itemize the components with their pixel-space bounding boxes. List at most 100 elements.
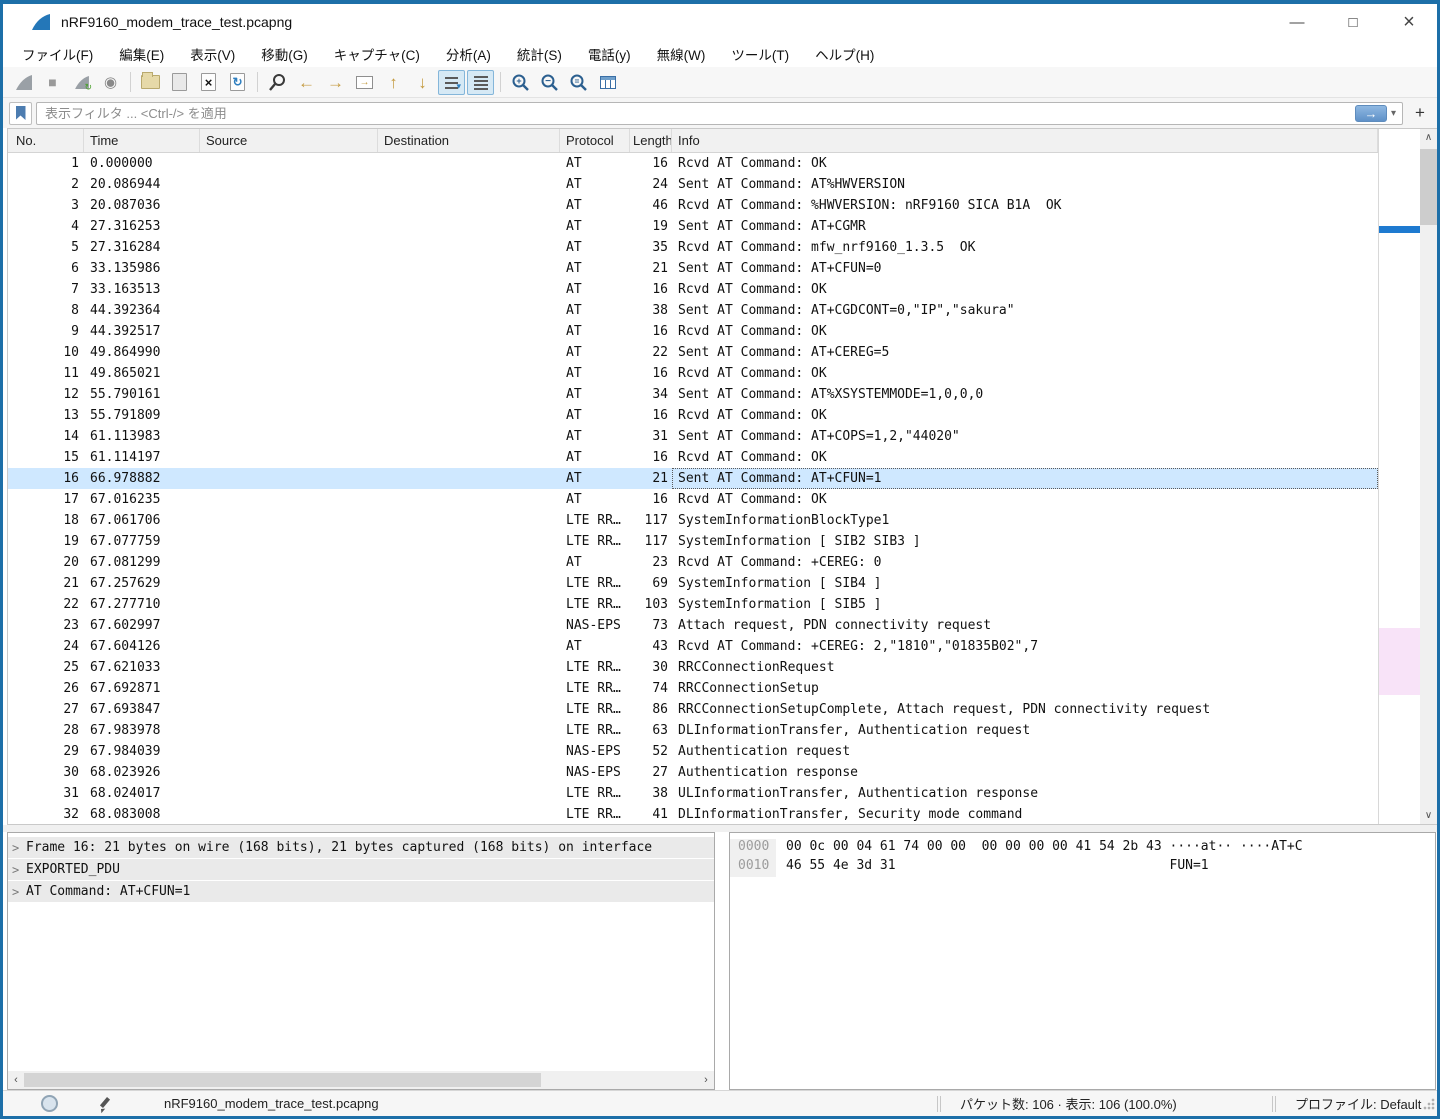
packet-row[interactable]: 844.392364AT38Sent AT Command: AT+CGDCON… (8, 300, 1378, 321)
filter-history-caret-icon[interactable]: ▾ (1389, 108, 1402, 119)
detail-row[interactable]: >Frame 16: 21 bytes on wire (168 bits), … (8, 837, 714, 858)
packet-row[interactable]: 3168.024017LTE RR…38ULInformationTransfe… (8, 783, 1378, 804)
open-file-icon[interactable] (137, 70, 164, 95)
detail-row[interactable]: >EXPORTED_PDU (8, 859, 714, 880)
vscrollbar-thumb[interactable] (1420, 149, 1437, 225)
packet-row[interactable]: 1355.791809AT16Rcvd AT Command: OK (8, 405, 1378, 426)
expand-arrow-icon[interactable]: > (12, 885, 26, 899)
close-file-icon[interactable]: × (195, 70, 222, 95)
column-header-source[interactable]: Source (200, 129, 378, 152)
zoom-out-icon[interactable]: − (536, 70, 563, 95)
zoom-in-icon[interactable]: + (507, 70, 534, 95)
stop-capture-icon[interactable] (39, 70, 66, 95)
add-filter-button[interactable]: + (1409, 102, 1431, 125)
column-header-no[interactable]: No. (8, 129, 84, 152)
packet-row[interactable]: 1049.864990AT22Sent AT Command: AT+CEREG… (8, 342, 1378, 363)
go-forward-icon[interactable]: → (322, 70, 349, 95)
menu-item[interactable]: ヘルプ(H) (802, 41, 887, 67)
start-capture-icon[interactable] (10, 70, 37, 95)
intelligent-scrollbar-minimap[interactable] (1378, 129, 1420, 824)
column-header-info[interactable]: Info (672, 129, 1378, 152)
scroll-left-icon[interactable]: ‹ (8, 1074, 24, 1086)
packet-row[interactable]: 3268.083008LTE RR…41DLInformationTransfe… (8, 804, 1378, 824)
scroll-right-icon[interactable]: › (698, 1074, 714, 1086)
column-header-destination[interactable]: Destination (378, 129, 560, 152)
detail-row[interactable]: >AT Command: AT+CFUN=1 (8, 881, 714, 902)
column-header-time[interactable]: Time (84, 129, 200, 152)
packet-row[interactable]: 633.135986AT21Sent AT Command: AT+CFUN=0 (8, 258, 1378, 279)
packet-row[interactable]: 527.316284AT35Rcvd AT Command: mfw_nrf91… (8, 237, 1378, 258)
packet-row[interactable]: 2067.081299AT23Rcvd AT Command: +CEREG: … (8, 552, 1378, 573)
packet-row[interactable]: 1149.865021AT16Rcvd AT Command: OK (8, 363, 1378, 384)
go-last-packet-icon[interactable]: ↓ (409, 70, 436, 95)
pane-splitter[interactable] (3, 825, 1437, 832)
expand-arrow-icon[interactable]: > (12, 863, 26, 877)
hex-line[interactable]: 000000 0c 00 04 61 74 00 00 00 00 00 00 … (730, 839, 1435, 858)
reload-file-icon[interactable]: ↻ (224, 70, 251, 95)
menu-item[interactable]: 無線(W) (644, 41, 719, 67)
packet-row[interactable]: 733.163513AT16Rcvd AT Command: OK (8, 279, 1378, 300)
display-filter-input[interactable] (37, 106, 1355, 121)
packet-row[interactable]: 2267.277710LTE RR…103SystemInformation [… (8, 594, 1378, 615)
close-button[interactable]: × (1381, 4, 1437, 40)
find-packet-icon[interactable] (264, 70, 291, 95)
packet-row[interactable]: 220.086944AT24Sent AT Command: AT%HWVERS… (8, 174, 1378, 195)
column-header-protocol[interactable]: Protocol (560, 129, 630, 152)
apply-filter-button[interactable]: → (1355, 105, 1387, 122)
menu-item[interactable]: キャプチャ(C) (321, 41, 433, 67)
hscrollbar-thumb[interactable] (24, 1073, 541, 1087)
maximize-button[interactable]: □ (1325, 4, 1381, 40)
menu-item[interactable]: ツール(T) (718, 41, 802, 67)
column-header-length[interactable]: Length (630, 129, 672, 152)
go-to-packet-icon[interactable]: → (351, 70, 378, 95)
packet-row[interactable]: 1867.061706LTE RR…117SystemInformationBl… (8, 510, 1378, 531)
packet-row[interactable]: 10.000000AT16Rcvd AT Command: OK (8, 153, 1378, 174)
scroll-down-icon[interactable]: ∨ (1420, 807, 1437, 824)
vscrollbar-track[interactable] (1420, 225, 1437, 807)
expert-info-icon[interactable] (41, 1095, 58, 1112)
capture-options-icon[interactable] (97, 70, 124, 95)
restart-capture-icon[interactable]: ↻ (68, 70, 95, 95)
resize-grip-icon[interactable] (1423, 1098, 1435, 1110)
packet-row[interactable]: 1255.790161AT34Sent AT Command: AT%XSYST… (8, 384, 1378, 405)
resize-columns-icon[interactable] (594, 70, 621, 95)
capture-comment-icon[interactable] (96, 1096, 112, 1112)
packet-row[interactable]: 944.392517AT16Rcvd AT Command: OK (8, 321, 1378, 342)
save-file-icon[interactable] (166, 70, 193, 95)
go-first-packet-icon[interactable]: ↑ (380, 70, 407, 95)
packet-row[interactable]: 2767.693847LTE RR…86RRCConnectionSetupCo… (8, 699, 1378, 720)
menu-item[interactable]: 編集(E) (106, 41, 177, 67)
packet-row[interactable]: 1461.113983AT31Sent AT Command: AT+COPS=… (8, 426, 1378, 447)
menu-item[interactable]: 統計(S) (504, 41, 575, 67)
filter-bookmark-button[interactable] (9, 102, 32, 125)
menu-item[interactable]: 表示(V) (177, 41, 248, 67)
zoom-normal-icon[interactable]: = (565, 70, 592, 95)
profile-text[interactable]: プロファイル: Default (1281, 1094, 1423, 1113)
packet-row[interactable]: 2367.602997NAS-EPS73Attach request, PDN … (8, 615, 1378, 636)
packet-row[interactable]: 1767.016235AT16Rcvd AT Command: OK (8, 489, 1378, 510)
menu-item[interactable]: 移動(G) (248, 41, 321, 67)
packet-row[interactable]: 3068.023926NAS-EPS27Authentication respo… (8, 762, 1378, 783)
colorize-packets-icon[interactable] (467, 70, 494, 95)
packet-row[interactable]: 2967.984039NAS-EPS52Authentication reque… (8, 741, 1378, 762)
minimize-button[interactable]: — (1269, 4, 1325, 40)
menu-item[interactable]: 分析(A) (433, 41, 504, 67)
detail-hscrollbar[interactable]: ‹ › (8, 1071, 714, 1089)
packet-row[interactable]: 2567.621033LTE RR…30RRCConnectionRequest (8, 657, 1378, 678)
go-back-icon[interactable]: ← (293, 70, 320, 95)
packet-row[interactable]: 2867.983978LTE RR…63DLInformationTransfe… (8, 720, 1378, 741)
menu-item[interactable]: ファイル(F) (9, 41, 106, 67)
auto-scroll-icon[interactable]: ▾ (438, 70, 465, 95)
packet-row[interactable]: 1666.978882AT21Sent AT Command: AT+CFUN=… (8, 468, 1378, 489)
pane-gap[interactable] (715, 832, 729, 1090)
packet-row[interactable]: 320.087036AT46Rcvd AT Command: %HWVERSIO… (8, 195, 1378, 216)
packet-list-vscrollbar[interactable]: ∧ ∨ (1420, 129, 1437, 824)
menu-item[interactable]: 電話(y) (575, 41, 644, 67)
packet-row[interactable]: 1967.077759LTE RR…117SystemInformation [… (8, 531, 1378, 552)
packet-row[interactable]: 1561.114197AT16Rcvd AT Command: OK (8, 447, 1378, 468)
scroll-up-icon[interactable]: ∧ (1420, 129, 1437, 146)
expand-arrow-icon[interactable]: > (12, 841, 26, 855)
packet-row[interactable]: 2167.257629LTE RR…69SystemInformation [ … (8, 573, 1378, 594)
packet-row[interactable]: 2467.604126AT43Rcvd AT Command: +CEREG: … (8, 636, 1378, 657)
hex-line[interactable]: 001046 55 4e 3d 31FUN=1 (730, 858, 1435, 877)
